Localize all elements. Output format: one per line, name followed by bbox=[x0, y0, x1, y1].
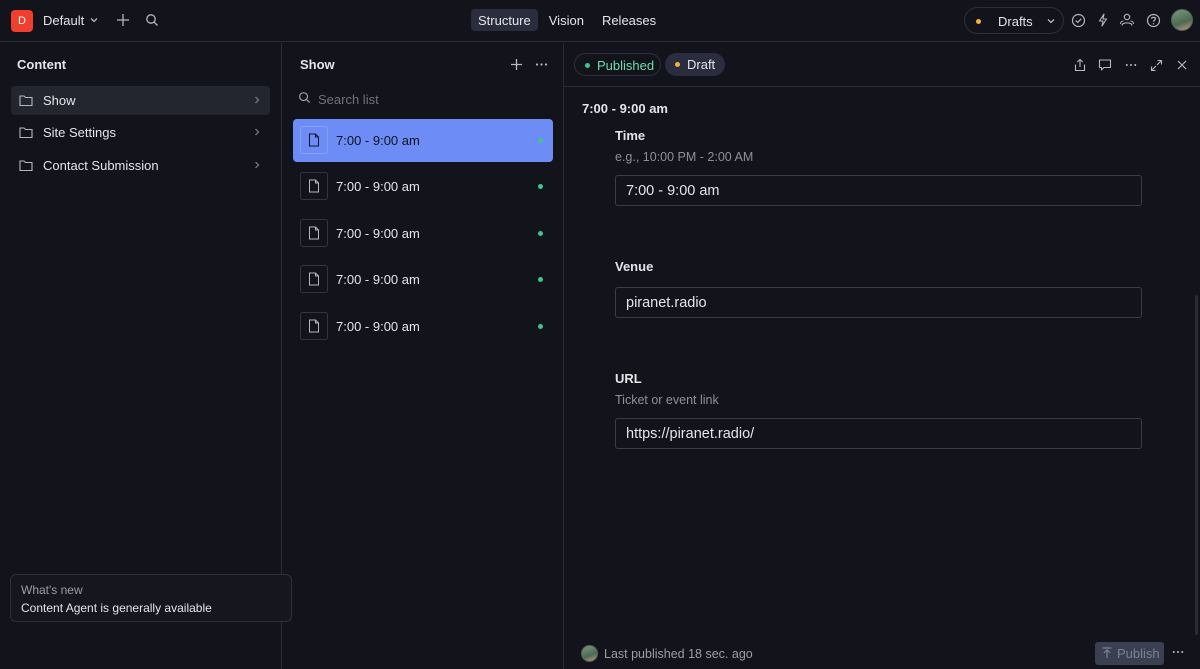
publish-status-text: Last published 18 sec. ago bbox=[604, 647, 753, 661]
list-item[interactable]: 7:00 - 9:00 am bbox=[293, 119, 553, 162]
published-status-dot bbox=[538, 277, 543, 282]
list-search bbox=[298, 89, 548, 109]
document-footer: Last published 18 sec. ago Publish bbox=[564, 635, 1200, 669]
content-item-show[interactable]: Show bbox=[11, 86, 270, 115]
document-scrollbar[interactable] bbox=[1195, 295, 1198, 635]
workspace-name[interactable]: Default bbox=[43, 13, 84, 28]
whats-new-card[interactable]: What's new Content Agent is generally av… bbox=[10, 574, 292, 622]
draft-status-dot bbox=[976, 19, 981, 24]
content-item-label: Show bbox=[43, 93, 76, 108]
chevron-right-icon bbox=[255, 128, 260, 136]
published-status-label: Published bbox=[597, 58, 655, 73]
chevron-right-icon bbox=[255, 161, 260, 169]
published-status-dot bbox=[538, 184, 543, 189]
list-item-title: 7:00 - 9:00 am bbox=[336, 133, 420, 148]
url-field-label: URL bbox=[615, 371, 642, 386]
main-navigation: Structure Vision Releases bbox=[471, 9, 663, 31]
time-field-description: e.g., 10:00 PM - 2:00 AM bbox=[615, 150, 754, 164]
content-item-label: Site Settings bbox=[43, 125, 116, 140]
workspace-logo[interactable]: D bbox=[11, 10, 33, 32]
divider bbox=[564, 86, 1200, 87]
draft-status-chip[interactable]: Draft bbox=[665, 53, 725, 76]
content-item-label: Contact Submission bbox=[43, 158, 159, 173]
published-status-dot bbox=[585, 63, 590, 68]
whats-new-text: Content Agent is generally available bbox=[21, 601, 212, 615]
folder-icon bbox=[19, 127, 33, 139]
list-item-title: 7:00 - 9:00 am bbox=[336, 226, 420, 241]
search-icon bbox=[299, 92, 311, 104]
whats-new-title: What's new bbox=[21, 583, 83, 597]
list-item[interactable]: 7:00 - 9:00 am bbox=[293, 258, 553, 301]
help-icon[interactable] bbox=[1145, 12, 1161, 28]
perspective-label: Drafts bbox=[998, 14, 1033, 29]
pane-title: Show bbox=[300, 57, 335, 72]
venue-input[interactable] bbox=[615, 287, 1142, 318]
search-input[interactable] bbox=[318, 89, 538, 109]
search-icon[interactable] bbox=[145, 13, 159, 27]
content-item-site-settings[interactable]: Site Settings bbox=[11, 118, 270, 147]
draft-status-label: Draft bbox=[687, 57, 716, 72]
chevron-right-icon bbox=[255, 96, 260, 104]
time-field-label: Time bbox=[615, 128, 646, 143]
comment-icon[interactable] bbox=[1097, 57, 1113, 73]
more-icon[interactable] bbox=[1123, 57, 1139, 73]
content-item-contact-submission[interactable]: Contact Submission bbox=[11, 151, 270, 180]
folder-icon bbox=[19, 95, 33, 107]
document-icon bbox=[300, 265, 328, 293]
share-icon[interactable] bbox=[1072, 57, 1088, 73]
document-title: 7:00 - 9:00 am bbox=[582, 101, 668, 116]
published-status-dot bbox=[538, 231, 543, 236]
published-status-dot bbox=[538, 324, 543, 329]
chevron-down-icon[interactable] bbox=[88, 14, 100, 26]
url-field-description: Ticket or event link bbox=[615, 393, 719, 407]
list-item[interactable]: 7:00 - 9:00 am bbox=[293, 305, 553, 348]
list-item-title: 7:00 - 9:00 am bbox=[336, 179, 420, 194]
more-icon[interactable] bbox=[1171, 645, 1185, 659]
publish-icon bbox=[1102, 647, 1112, 658]
folder-icon bbox=[19, 160, 33, 172]
pane-title: Content bbox=[17, 57, 67, 72]
expand-icon[interactable] bbox=[1148, 57, 1164, 73]
avatar bbox=[581, 645, 598, 662]
document-icon bbox=[300, 126, 328, 154]
bolt-icon[interactable] bbox=[1095, 12, 1111, 28]
document-icon bbox=[300, 172, 328, 200]
list-item[interactable]: 7:00 - 9:00 am bbox=[293, 165, 553, 208]
tab-structure[interactable]: Structure bbox=[471, 9, 538, 31]
top-bar: D Default Structure Vision Releases Draf… bbox=[0, 0, 1200, 42]
plus-icon[interactable] bbox=[509, 57, 524, 72]
list-item-title: 7:00 - 9:00 am bbox=[336, 319, 420, 334]
draft-status-dot bbox=[675, 62, 680, 67]
list-item[interactable]: 7:00 - 9:00 am bbox=[293, 212, 553, 255]
tab-releases[interactable]: Releases bbox=[595, 9, 663, 31]
publish-button-label: Publish bbox=[1117, 646, 1160, 661]
publish-button[interactable]: Publish bbox=[1095, 642, 1164, 665]
close-icon[interactable] bbox=[1174, 57, 1190, 73]
perspective-selector[interactable]: Drafts bbox=[964, 7, 1064, 34]
document-icon bbox=[300, 312, 328, 340]
published-status-dot bbox=[538, 138, 543, 143]
chevron-down-icon bbox=[1047, 19, 1055, 24]
published-status-chip[interactable]: Published bbox=[574, 53, 661, 76]
url-input[interactable] bbox=[615, 418, 1142, 449]
plus-icon[interactable] bbox=[115, 12, 131, 28]
document-icon bbox=[300, 219, 328, 247]
more-icon[interactable] bbox=[534, 57, 549, 72]
user-avatar[interactable] bbox=[1171, 9, 1193, 31]
tab-vision[interactable]: Vision bbox=[542, 9, 591, 31]
venue-field-label: Venue bbox=[615, 259, 654, 274]
list-pane: Show 7:00 - 9:00 am 7:00 - 9:00 am 7:00 … bbox=[282, 43, 564, 669]
document-pane: Published Draft 7:00 - 9:00 am Time e.g.… bbox=[564, 43, 1200, 669]
list-item-title: 7:00 - 9:00 am bbox=[336, 272, 420, 287]
check-circle-icon[interactable] bbox=[1070, 12, 1086, 28]
time-input[interactable] bbox=[615, 175, 1142, 206]
users-icon[interactable] bbox=[1119, 12, 1135, 28]
